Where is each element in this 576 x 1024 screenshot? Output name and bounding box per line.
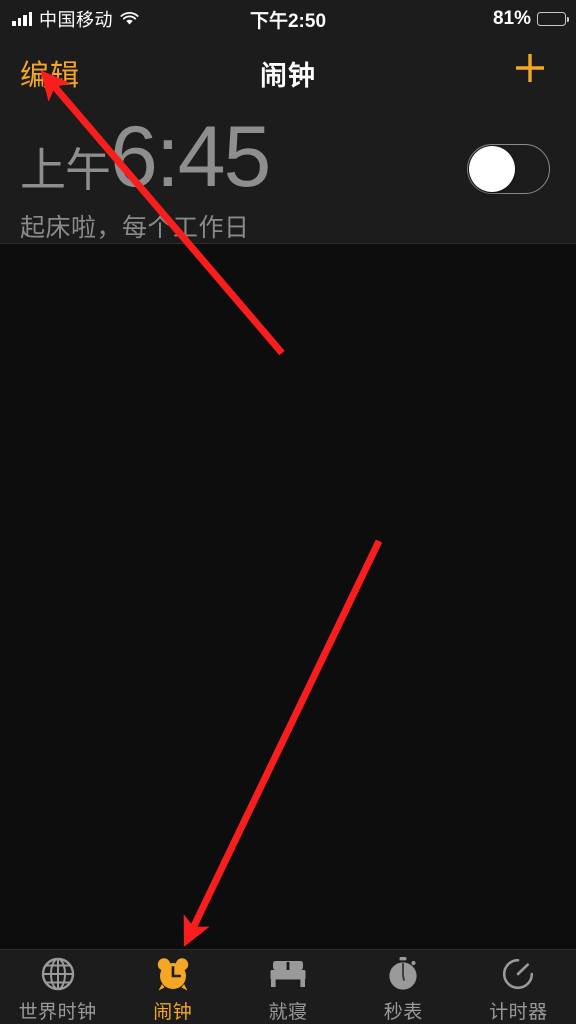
tab-bar: 世界时钟 闹钟 就寝 秒表 计时器 [0,949,576,1024]
tab-label-world-clock: 世界时钟 [18,1002,97,1023]
timer-icon [497,954,539,994]
page-title: 闹钟 [260,61,316,91]
plus-icon [516,54,544,82]
tab-world-clock[interactable]: 世界时钟 [0,950,115,1024]
add-alarm-button[interactable] [506,44,554,92]
clock-app-screen: 中国移动 下午2:50 81% 编辑 闹钟 上午6:45 起床啦，每个工作日 世… [0,0,576,1024]
tab-label-bedtime: 就寝 [268,1002,308,1023]
tab-stopwatch[interactable]: 秒表 [346,950,461,1024]
stopwatch-icon [382,954,424,994]
battery-percent-label: 81% [492,8,531,29]
tab-label-alarm: 闹钟 [153,1002,193,1023]
tab-label-timer: 计时器 [489,1002,548,1023]
bed-icon [267,954,309,994]
tab-label-stopwatch: 秒表 [383,1002,423,1023]
alarm-list: 上午6:45 起床啦，每个工作日 [0,100,576,244]
alarm-meridiem: 上午 [20,144,111,196]
tab-timer[interactable]: 计时器 [461,950,576,1024]
navigation-bar: 编辑 闹钟 [0,38,576,100]
globe-icon [37,954,79,994]
tab-alarm[interactable]: 闹钟 [115,950,230,1024]
toggle-knob [469,146,515,192]
alarm-time-digits: 6:45 [110,109,271,205]
alarm-time: 上午6:45 [20,114,440,200]
status-bar-right: 81% [492,8,569,30]
status-bar-clock: 下午2:50 [249,10,327,32]
alarm-row[interactable]: 上午6:45 起床啦，每个工作日 [0,100,576,244]
alarm-toggle-switch[interactable] [467,144,550,194]
alarm-text-group: 上午6:45 起床啦，每个工作日 [20,114,440,244]
alarm-label: 起床啦，每个工作日 [20,214,250,242]
battery-icon [537,12,569,26]
alarm-clock-icon [152,954,194,994]
empty-content-area [0,244,576,950]
status-bar: 中国移动 下午2:50 81% [0,0,576,38]
tab-bedtime[interactable]: 就寝 [230,950,345,1024]
